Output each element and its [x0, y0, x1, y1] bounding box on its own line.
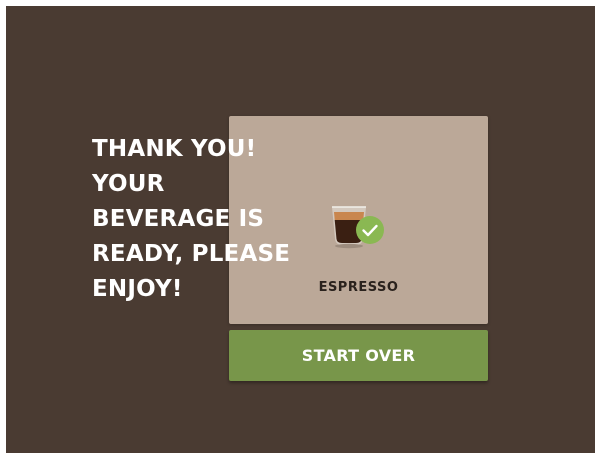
message-line: READY, PLEASE [92, 241, 291, 267]
message-line: THANK YOU! [92, 136, 257, 162]
confirmation-message: THANK YOU! YOUR BEVERAGE IS READY, PLEAS… [92, 132, 290, 307]
espresso-cup-icon [328, 193, 390, 255]
checkmark-icon [356, 216, 384, 244]
message-line: BEVERAGE IS [92, 206, 265, 232]
message-line: ENJOY! [92, 276, 183, 302]
start-over-button[interactable]: START OVER [229, 330, 488, 381]
message-line: YOUR [92, 171, 165, 197]
kiosk-screen: ESPRESSO START OVER THANK YOU! YOUR BEVE… [6, 6, 595, 453]
